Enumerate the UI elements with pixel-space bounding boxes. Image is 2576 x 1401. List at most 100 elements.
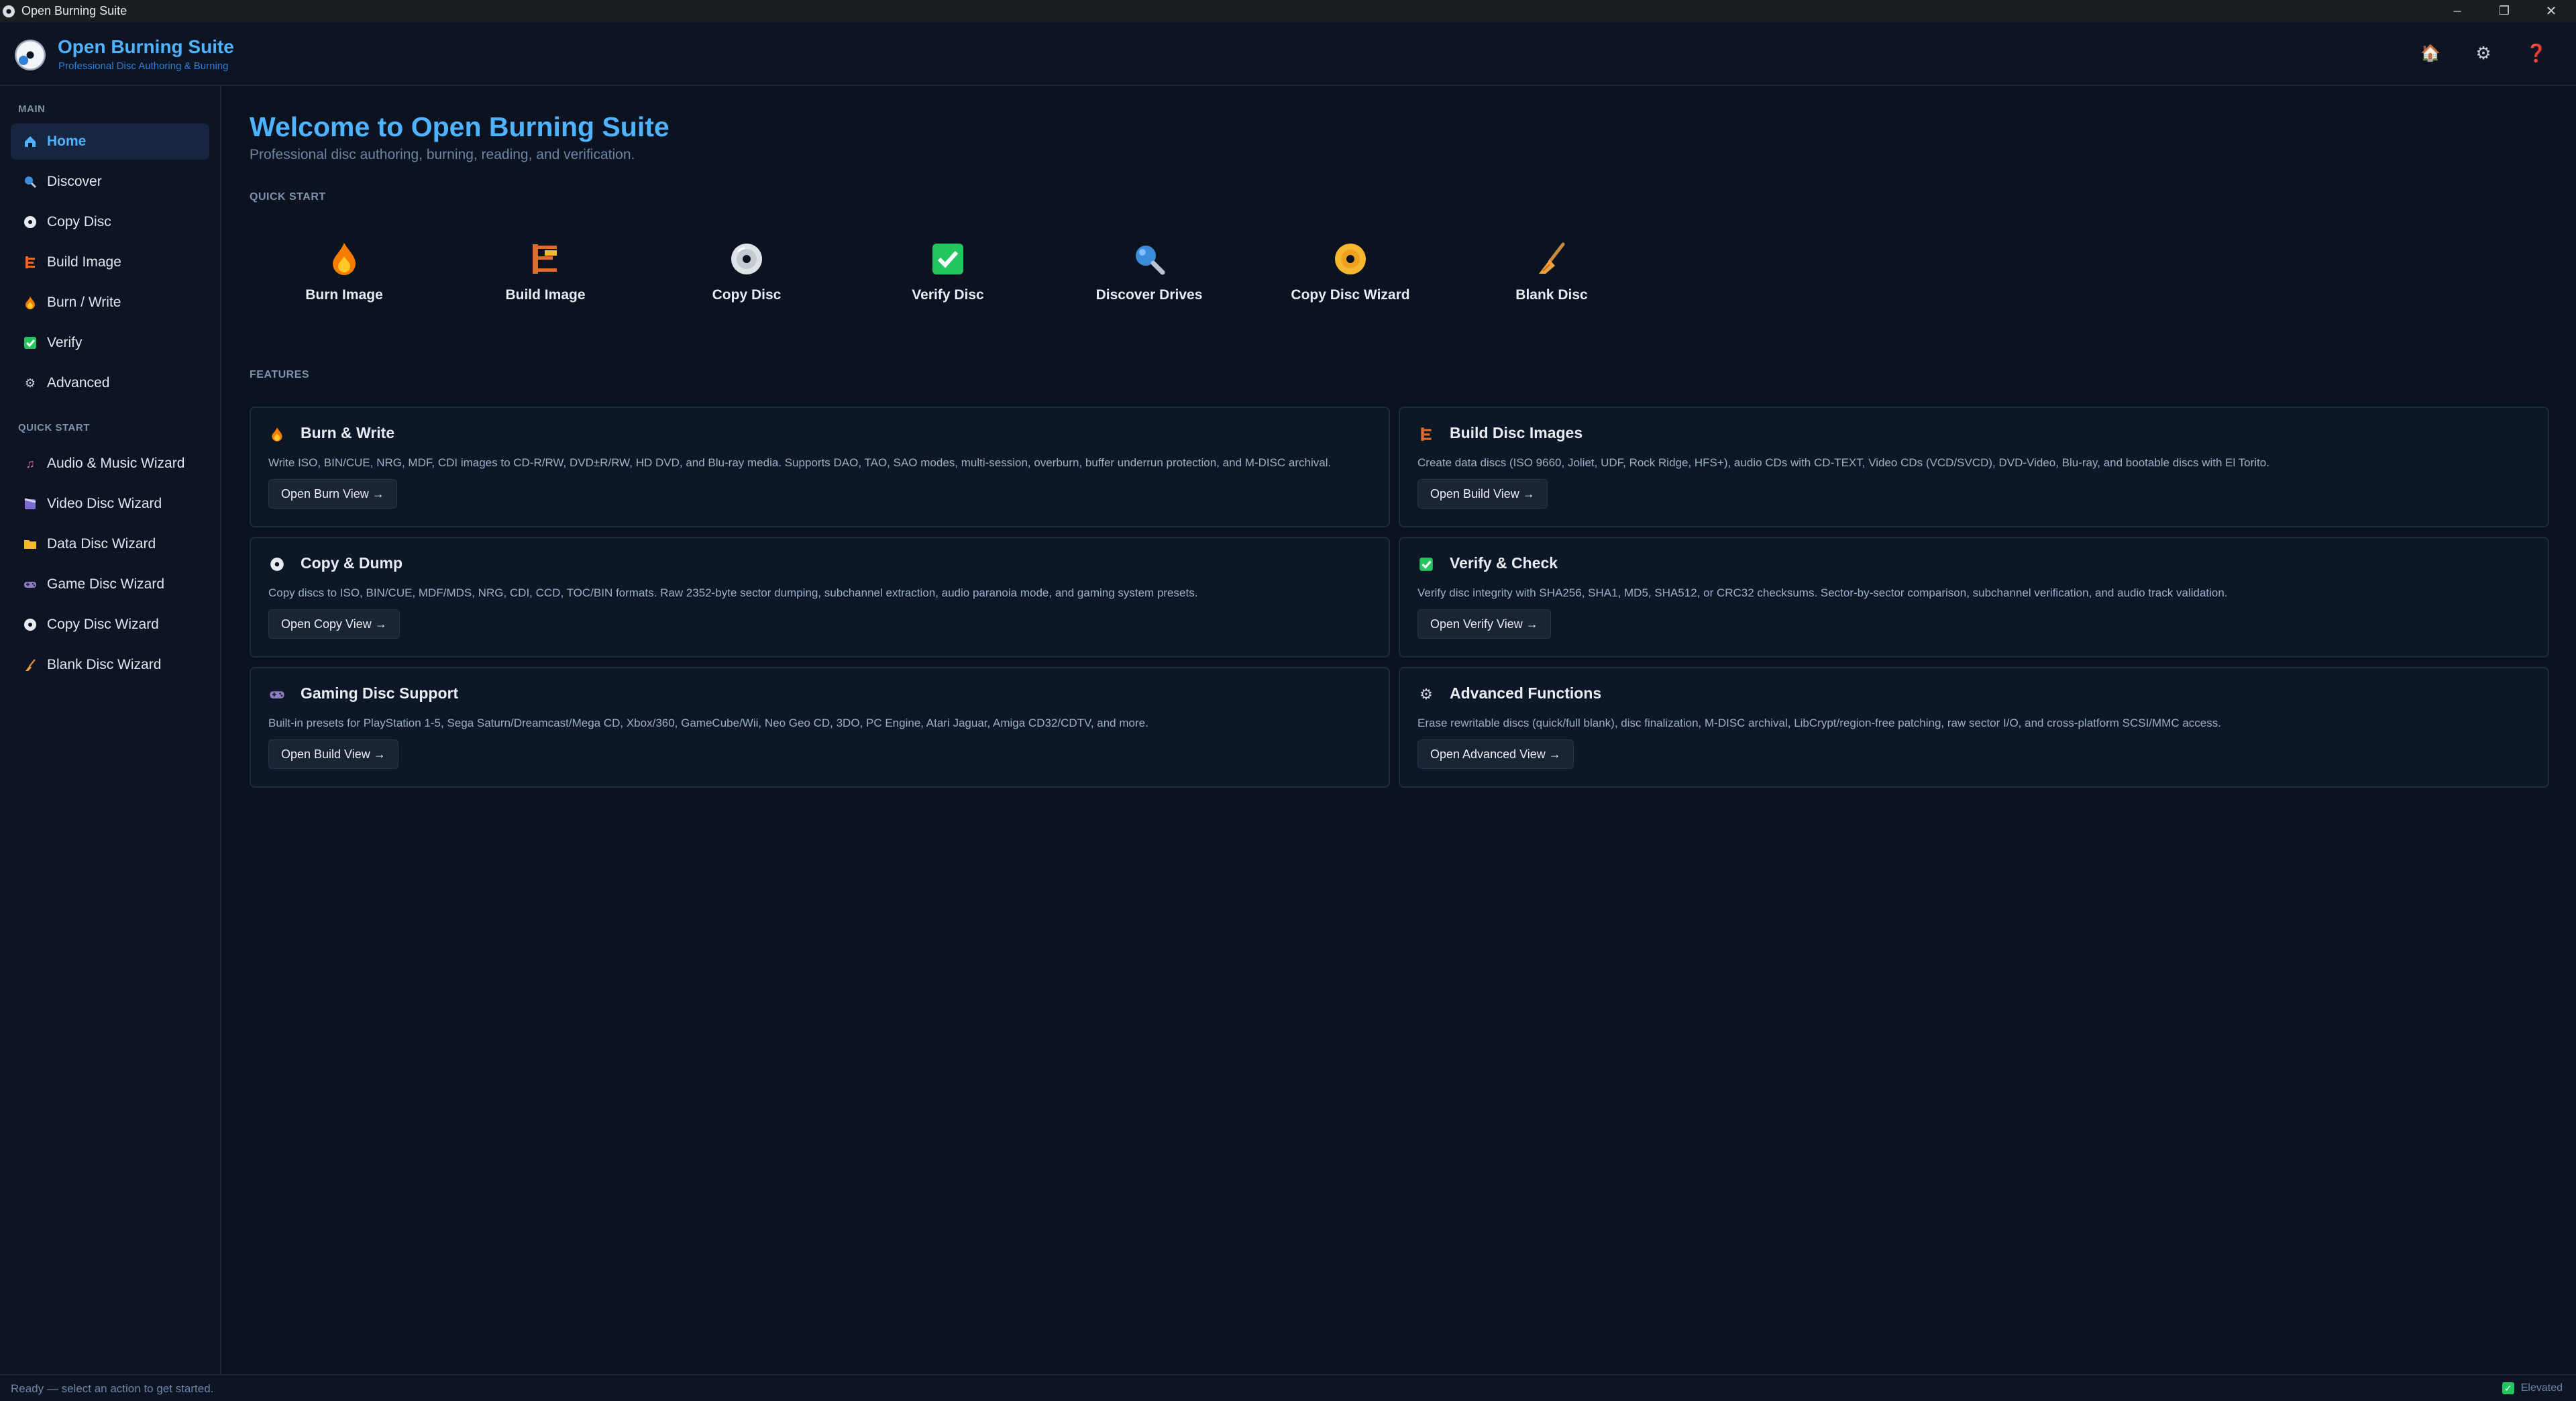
quick-start-label-text: Blank Disc [1515, 287, 1588, 303]
feature-title: Gaming Disc Support [301, 684, 459, 702]
quick-start-discover-drives[interactable]: Discover Drives [1075, 235, 1223, 322]
sidebar-item-label: Burn / Write [47, 295, 121, 310]
restore-button[interactable]: ❐ [2481, 0, 2528, 22]
help-icon: ❓ [2525, 42, 2548, 63]
feature-description: Copy discs to ISO, BIN/CUE, MDF/MDS, NRG… [268, 586, 1198, 599]
sidebar-item-copy-disc-wizard[interactable]: Copy Disc Wizard [11, 607, 209, 643]
gamepad-icon [23, 577, 38, 592]
home-button[interactable]: 🏠 [2417, 40, 2444, 66]
build-icon [528, 242, 563, 276]
sidebar-item-copy-disc[interactable]: Copy Disc [11, 204, 209, 240]
sidebar-item-verify[interactable]: Verify [11, 325, 209, 361]
elevated-indicator: ✓ Elevated [2502, 1382, 2563, 1394]
check-icon [930, 242, 965, 276]
sidebar-item-blank-disc-wizard[interactable]: Blank Disc Wizard [11, 647, 209, 683]
page-title: Welcome to Open Burning Suite [250, 111, 669, 142]
sidebar-section-quick-start: QUICK START [18, 422, 90, 433]
feature-title: Copy & Dump [301, 554, 403, 572]
sidebar-item-advanced[interactable]: ⚙ Advanced [11, 365, 209, 401]
minimize-button[interactable]: – [2434, 0, 2481, 22]
sidebar-item-home[interactable]: Home [11, 123, 209, 160]
app-disc-icon [3, 5, 15, 17]
music-note-icon: ♫ [25, 456, 35, 470]
feature-title: Build Disc Images [1450, 424, 1583, 442]
dvd-icon [1333, 242, 1368, 276]
feature-card-burn-write: Burn & Write Write ISO, BIN/CUE, NRG, MD… [250, 407, 1390, 527]
page-subtitle: Professional disc authoring, burning, re… [250, 147, 635, 162]
window-titlebar: Open Burning Suite – ❐ ✕ [0, 0, 2576, 22]
film-icon [23, 497, 38, 511]
quick-start-label-text: Discover Drives [1095, 287, 1203, 303]
open-copy-view-button[interactable]: Open Copy View → [268, 609, 400, 639]
elevated-label: Elevated [2520, 1382, 2563, 1394]
quick-start-verify-disc[interactable]: Verify Disc [874, 235, 1022, 322]
app-title: Open Burning Suite [58, 36, 234, 57]
quick-start-label-text: Build Image [505, 287, 586, 303]
sidebar-item-label: Audio & Music Wizard [47, 456, 185, 471]
open-build-view-button[interactable]: Open Build View → [1417, 479, 1548, 509]
sidebar-item-label: Home [47, 134, 87, 149]
help-button[interactable]: ❓ [2523, 40, 2550, 66]
sidebar-item-label: Discover [47, 174, 102, 189]
check-icon: ✓ [2502, 1382, 2514, 1394]
house-icon: 🏠 [2420, 44, 2440, 62]
sidebar-item-label: Blank Disc Wizard [47, 657, 162, 672]
quick-start-blank-disc[interactable]: Blank Disc [1478, 235, 1625, 322]
feature-title: Verify & Check [1450, 554, 1558, 572]
magnifier-icon [1132, 242, 1167, 276]
flame-icon [268, 425, 286, 443]
sidebar-item-audio-music-wizard[interactable]: ♫ Audio & Music Wizard [11, 446, 209, 482]
broom-icon [1534, 242, 1569, 276]
open-burn-view-button[interactable]: Open Burn View → [268, 479, 397, 509]
open-verify-view-button[interactable]: Open Verify View → [1417, 609, 1551, 639]
sidebar-item-build-image[interactable]: Build Image [11, 244, 209, 280]
sidebar-item-game-disc-wizard[interactable]: Game Disc Wizard [11, 566, 209, 603]
sidebar-item-label: Advanced [47, 375, 110, 391]
quick-start-label-text: Copy Disc [712, 287, 782, 303]
feature-card-gaming-disc-support: Gaming Disc Support Built-in presets for… [250, 667, 1390, 788]
open-build-view-button[interactable]: Open Build View → [268, 739, 398, 769]
settings-button[interactable]: ⚙ [2470, 40, 2497, 66]
feature-description: Built-in presets for PlayStation 1-5, Se… [268, 717, 1148, 729]
app-logo-icon [15, 40, 46, 70]
sidebar-item-burn-write[interactable]: Burn / Write [11, 284, 209, 321]
quick-start-build-image[interactable]: Build Image [472, 235, 619, 322]
close-button[interactable]: ✕ [2528, 0, 2575, 22]
quick-start-copy-disc-wizard[interactable]: Copy Disc Wizard [1277, 235, 1424, 322]
check-icon [23, 335, 38, 350]
sidebar-item-label: Verify [47, 335, 83, 350]
quick-start-label-text: Burn Image [305, 287, 383, 303]
feature-title: Advanced Functions [1450, 684, 1602, 702]
sidebar-item-label: Copy Disc [47, 214, 111, 229]
feature-card-verify-check: Verify & Check Verify disc integrity wit… [1399, 537, 2549, 658]
quick-start-burn-image[interactable]: Burn Image [270, 235, 418, 322]
disc-icon [23, 215, 38, 229]
sidebar-item-label: Video Disc Wizard [47, 496, 162, 511]
quick-start-label-text: Copy Disc Wizard [1291, 287, 1410, 303]
feature-card-copy-dump: Copy & Dump Copy discs to ISO, BIN/CUE, … [250, 537, 1390, 658]
quick-start-label: QUICK START [250, 191, 326, 203]
window-title: Open Burning Suite [21, 4, 127, 17]
sidebar-item-discover[interactable]: Discover [11, 164, 209, 200]
sidebar: MAIN Home Discover Copy Disc Build Image… [0, 86, 221, 1374]
sidebar-item-video-disc-wizard[interactable]: Video Disc Wizard [11, 486, 209, 522]
feature-card-advanced-functions: ⚙ Advanced Functions Erase rewritable di… [1399, 667, 2549, 788]
disc-icon [729, 242, 764, 276]
magnifier-icon [23, 174, 38, 189]
flame-icon [23, 295, 38, 310]
sidebar-item-data-disc-wizard[interactable]: Data Disc Wizard [11, 526, 209, 562]
disc-icon [23, 617, 38, 632]
status-bar: Ready — select an action to get started.… [0, 1374, 2576, 1401]
folder-icon [23, 537, 38, 552]
app-header: Open Burning Suite Professional Disc Aut… [0, 22, 2576, 86]
open-advanced-view-button[interactable]: Open Advanced View → [1417, 739, 1574, 769]
gear-icon: ⚙ [1419, 686, 1433, 703]
flame-icon [327, 242, 362, 276]
build-icon [1417, 425, 1435, 443]
build-icon [23, 255, 38, 270]
feature-description: Write ISO, BIN/CUE, NRG, MDF, CDI images… [268, 456, 1332, 469]
feature-description: Verify disc integrity with SHA256, SHA1,… [1417, 586, 2228, 599]
feature-title: Burn & Write [301, 424, 395, 442]
disc-icon [268, 556, 286, 573]
quick-start-copy-disc[interactable]: Copy Disc [673, 235, 820, 322]
